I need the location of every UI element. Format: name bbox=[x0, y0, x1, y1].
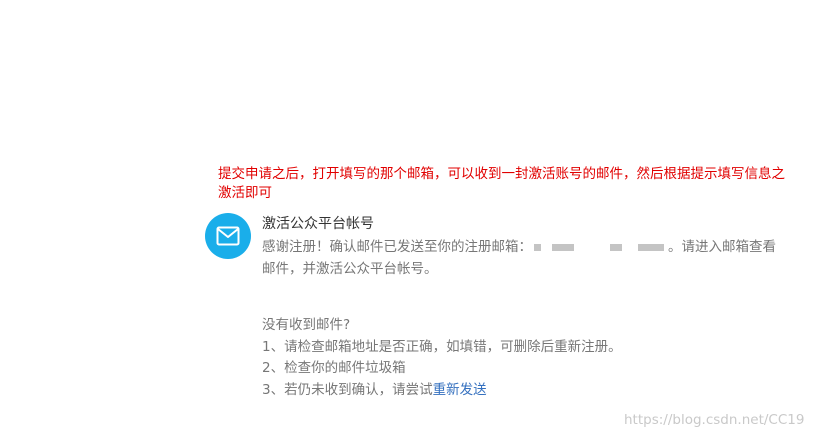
mail-icon-badge bbox=[205, 213, 251, 259]
help-title: 没有收到邮件? bbox=[262, 317, 351, 333]
card-body-line-1: 感谢注册！确认邮件已发送至你的注册邮箱： 。请进入邮箱查看 bbox=[262, 236, 802, 258]
mail-icon bbox=[216, 226, 240, 246]
card-body-line-2: 邮件，并激活公众平台帐号。 bbox=[262, 261, 438, 277]
help-item-3: 3、若仍未收到确认，请尝试重新发送 bbox=[262, 380, 622, 402]
card-body: 感谢注册！确认邮件已发送至你的注册邮箱： 。请进入邮箱查看 邮件，并激活公众平台帐… bbox=[262, 236, 802, 280]
card-body-prefix: 感谢注册！确认邮件已发送至你的注册邮箱： bbox=[262, 239, 532, 255]
help-item-2: 2、检查你的邮件垃圾箱 bbox=[262, 360, 406, 376]
annotation-line-2: 激活即可 bbox=[218, 185, 272, 201]
card-body-suffix: 。请进入邮箱查看 bbox=[668, 239, 776, 255]
help-section: 没有收到邮件? 1、请检查邮箱地址是否正确，如填错，可删除后重新注册。 2、检查… bbox=[262, 315, 622, 401]
help-item-1: 1、请检查邮箱地址是否正确，如填错，可删除后重新注册。 bbox=[262, 338, 622, 355]
card-title: 激活公众平台帐号 bbox=[262, 216, 374, 232]
annotation-line-1: 提交申请之后，打开填写的那个邮箱，可以收到一封激活账号的邮件，然后根据提示填写信… bbox=[218, 166, 785, 182]
resend-link[interactable]: 重新发送 bbox=[433, 382, 487, 398]
redacted-email bbox=[534, 241, 666, 253]
watermark: https://blog.csdn.net/CC19 bbox=[624, 412, 805, 428]
help-item-3-text: 3、若仍未收到确认，请尝试 bbox=[262, 381, 433, 398]
red-annotation-text: 提交申请之后，打开填写的那个邮箱，可以收到一封激活账号的邮件，然后根据提示填写信… bbox=[218, 165, 815, 203]
